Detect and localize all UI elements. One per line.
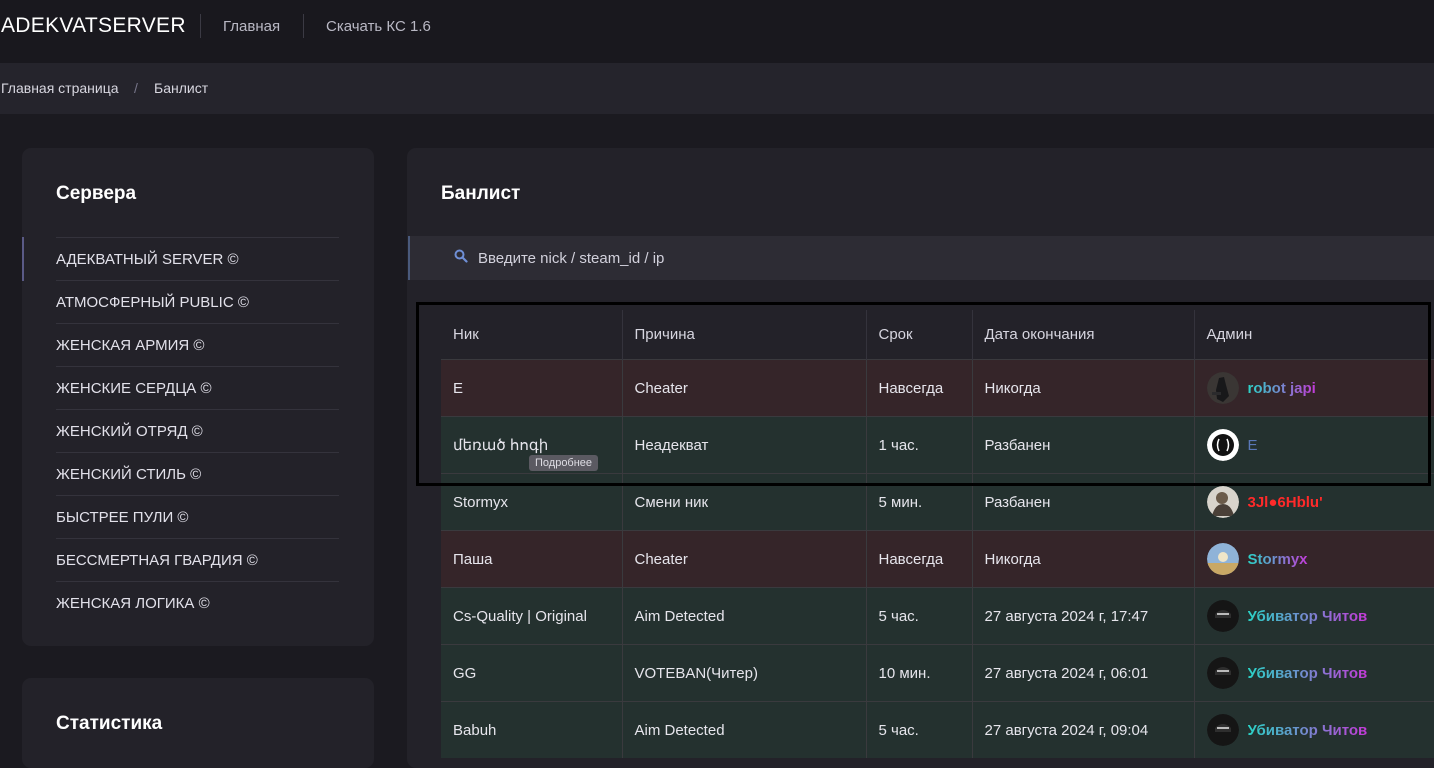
nick-cell: Cs-Quality | Original [441, 587, 623, 645]
details-tooltip: Подробнее [529, 455, 599, 471]
search-icon [454, 249, 468, 263]
nick-cell: Stormyx [441, 473, 623, 531]
column-header-term: Срок [866, 310, 973, 360]
server-item[interactable]: ЖЕНСКИЙ СТИЛЬ © [56, 452, 339, 495]
table-header-row: Ник Причина Срок Дата окончания Админ [441, 310, 1434, 360]
reason-cell: VOTEBAN(Читер) [622, 644, 867, 702]
server-item[interactable]: ЖЕНСКАЯ АРМИЯ © [56, 323, 339, 366]
table-row[interactable]: Stormyx Смени ник 5 мин. Разбанен 3Jl●6H… [441, 473, 1434, 531]
admin-name[interactable]: 3Jl●6Hblu' [1248, 494, 1323, 511]
reason-cell: Неадекват [622, 416, 867, 474]
term-cell: 5 мин. [866, 473, 973, 531]
column-header-end-date: Дата окончания [972, 310, 1195, 360]
nav-link-home[interactable]: Главная [223, 18, 280, 35]
breadcrumb-current: Банлист [154, 80, 209, 96]
end-date-cell: 27 августа 2024 г, 09:04 [972, 701, 1195, 758]
stats-card: Статистика [22, 678, 374, 768]
admin-avatar [1206, 429, 1239, 461]
stats-title: Статистика [56, 713, 163, 734]
banlist-card: Банлист Ник Причина Срок Дата окончания … [407, 148, 1434, 768]
reason-cell: Aim Detected [622, 701, 867, 758]
admin-name[interactable]: robot japi [1248, 380, 1316, 397]
admin-cell: E [1194, 416, 1434, 474]
nick-cell: E [441, 359, 623, 417]
server-item[interactable]: АТМОСФЕРНЫЙ PUBLIC © [56, 280, 339, 323]
admin-cell: Stormyx [1194, 530, 1434, 588]
column-header-admin: Админ [1194, 310, 1434, 360]
top-navbar: ADEKVATSERVER Главная Скачать КС 1.6 [0, 0, 1434, 63]
admin-avatar [1206, 657, 1239, 689]
server-item[interactable]: БЫСТРЕЕ ПУЛИ © [56, 495, 339, 538]
active-server-indicator [22, 237, 24, 281]
end-date-cell: Разбанен [972, 416, 1195, 474]
admin-avatar [1206, 486, 1239, 518]
admin-name[interactable]: E [1248, 437, 1258, 454]
nick-cell: GG [441, 644, 623, 702]
admin-name[interactable]: Stormyx [1248, 551, 1308, 568]
nick-cell: Паша [441, 530, 623, 588]
reason-cell: Cheater [622, 359, 867, 417]
term-cell: 10 мин. [866, 644, 973, 702]
end-date-cell: 27 августа 2024 г, 06:01 [972, 644, 1195, 702]
table-row[interactable]: Babuh Aim Detected 5 час. 27 августа 202… [441, 701, 1434, 758]
server-item[interactable]: ЖЕНСКАЯ ЛОГИКА © [56, 581, 339, 624]
search-bar [408, 236, 1434, 280]
term-cell: 1 час. [866, 416, 973, 474]
reason-cell: Смени ник [622, 473, 867, 531]
ban-table: Ник Причина Срок Дата окончания Админ E … [441, 310, 1434, 758]
nick-cell: մեռած հոգի Подробнее [441, 416, 623, 474]
admin-cell: 3Jl●6Hblu' [1194, 473, 1434, 531]
table-row[interactable]: Паша Cheater Навсегда Никогда Stormyx [441, 530, 1434, 588]
reason-cell: Aim Detected [622, 587, 867, 645]
breadcrumb: Главная страница / Банлист [0, 63, 1434, 114]
nav-divider [200, 14, 201, 38]
admin-cell: Убиватор Читов [1194, 701, 1434, 758]
servers-title: Сервера [56, 183, 137, 204]
end-date-cell: 27 августа 2024 г, 17:47 [972, 587, 1195, 645]
nav-divider [303, 14, 304, 38]
admin-cell: Убиватор Читов [1194, 587, 1434, 645]
admin-cell: Убиватор Читов [1194, 644, 1434, 702]
table-row[interactable]: E Cheater Навсегда Никогда robot japi [441, 359, 1434, 417]
brand-logo[interactable]: ADEKVATSERVER [1, 14, 186, 38]
banlist-title: Банлист [441, 183, 521, 204]
server-item[interactable]: АДЕКВАТНЫЙ SERVER © [56, 237, 339, 280]
table-row[interactable]: մեռած հոգի Подробнее Неадекват 1 час. Ра… [441, 416, 1434, 474]
admin-name[interactable]: Убиватор Читов [1248, 722, 1368, 739]
server-list: АДЕКВАТНЫЙ SERVER © АТМОСФЕРНЫЙ PUBLIC ©… [56, 237, 339, 624]
table-row[interactable]: GG VOTEBAN(Читер) 10 мин. 27 августа 202… [441, 644, 1434, 702]
admin-cell: robot japi [1194, 359, 1434, 417]
column-header-reason: Причина [622, 310, 867, 360]
breadcrumb-home[interactable]: Главная страница [1, 80, 119, 96]
search-input[interactable] [478, 236, 1378, 280]
server-item[interactable]: ЖЕНСКИЙ ОТРЯД © [56, 409, 339, 452]
reason-cell: Cheater [622, 530, 867, 588]
term-cell: 5 час. [866, 587, 973, 645]
server-item[interactable]: БЕССМЕРТНАЯ ГВАРДИЯ © [56, 538, 339, 581]
breadcrumb-separator: / [134, 80, 138, 96]
admin-avatar [1206, 600, 1239, 632]
admin-name[interactable]: Убиватор Читов [1248, 608, 1368, 625]
nick-text: մեռած հոգի [453, 437, 549, 454]
term-cell: Навсегда [866, 359, 973, 417]
nav-link-download[interactable]: Скачать КС 1.6 [326, 18, 431, 35]
table-row[interactable]: Cs-Quality | Original Aim Detected 5 час… [441, 587, 1434, 645]
term-cell: 5 час. [866, 701, 973, 758]
admin-name[interactable]: Убиватор Читов [1248, 665, 1368, 682]
end-date-cell: Разбанен [972, 473, 1195, 531]
admin-avatar [1206, 543, 1239, 575]
nick-cell: Babuh [441, 701, 623, 758]
column-header-nick: Ник [441, 310, 623, 360]
servers-card: Сервера АДЕКВАТНЫЙ SERVER © АТМОСФЕРНЫЙ … [22, 148, 374, 646]
term-cell: Навсегда [866, 530, 973, 588]
admin-avatar [1206, 372, 1239, 404]
end-date-cell: Никогда [972, 530, 1195, 588]
admin-avatar [1206, 714, 1239, 746]
server-item[interactable]: ЖЕНСКИЕ СЕРДЦА © [56, 366, 339, 409]
end-date-cell: Никогда [972, 359, 1195, 417]
